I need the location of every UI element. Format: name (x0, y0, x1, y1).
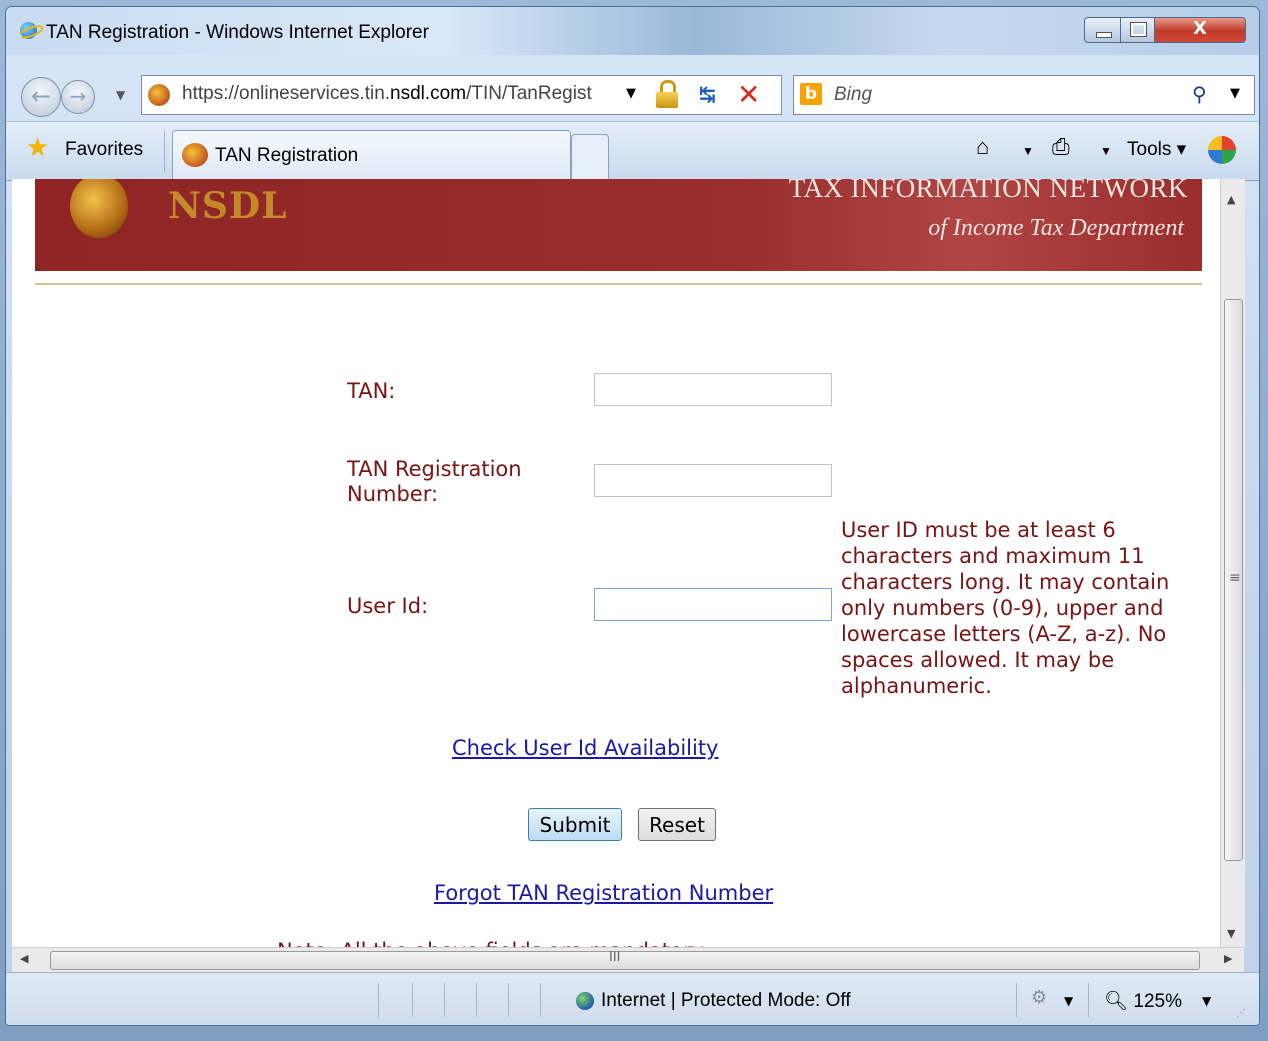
forgot-tan-registration-link[interactable]: Forgot TAN Registration Number (434, 881, 773, 905)
status-divider (412, 983, 413, 1017)
search-box[interactable]: b Bing ⚲ ▼ (793, 75, 1255, 115)
browser-window: TAN Registration - Windows Internet Expl… (5, 6, 1260, 1026)
status-bar: Internet | Protected Mode: Off ⚙ ▼ 🔍︎ 12… (6, 972, 1259, 1025)
site-favicon-icon (148, 84, 170, 106)
status-divider (476, 983, 477, 1017)
window-title: TAN Registration - Windows Internet Expl… (46, 22, 429, 43)
vertical-scroll-thumb[interactable]: ≡ (1224, 299, 1243, 861)
security-zone[interactable]: Internet | Protected Mode: Off (601, 990, 851, 1012)
print-icon[interactable]: ⎙ (1052, 134, 1070, 160)
search-placeholder: Bing (834, 84, 873, 105)
forward-button[interactable]: → (61, 80, 95, 114)
print-dropdown[interactable]: ▼ (1100, 144, 1112, 158)
lock-icon[interactable] (656, 80, 678, 108)
status-divider (508, 983, 509, 1017)
zoom-text: 125% (1128, 991, 1182, 1012)
nsdl-logo-icon (70, 179, 128, 238)
new-tab-button[interactable] (571, 134, 609, 179)
reset-button[interactable]: Reset (638, 808, 716, 841)
address-bar[interactable]: https://onlineservices.tin.nsdl.com/TIN/… (141, 75, 782, 115)
url-path: /TIN/TanRegist (466, 83, 592, 104)
status-divider (444, 983, 445, 1017)
scroll-up-icon[interactable]: ▲ (1227, 193, 1235, 206)
check-user-id-link[interactable]: Check User Id Availability (452, 736, 718, 760)
nsdl-brand: NSDL (168, 185, 288, 227)
favorites-star-icon: ★ (26, 132, 50, 162)
tab-tan-registration[interactable]: TAN Registration (172, 130, 571, 179)
close-button[interactable]: X (1154, 17, 1246, 43)
home-icon[interactable]: ⌂ (976, 134, 989, 160)
favorites-bar: ★ Favorites TAN Registration ⌂ ▼ ⎙ ▼ Too… (6, 121, 1259, 181)
favorites-button[interactable]: ★ Favorites (26, 132, 144, 162)
divider (35, 283, 1202, 285)
banner-subtitle: of Income Tax Department (928, 215, 1184, 241)
user-id-hint: User ID must be at least 6 characters an… (841, 518, 1170, 698)
back-button[interactable]: ← (21, 77, 61, 117)
security-icon[interactable]: ⚙ (1031, 987, 1047, 1008)
zoom-level[interactable]: 🔍︎ 125% (1104, 989, 1182, 1013)
status-divider (1016, 983, 1017, 1017)
home-dropdown[interactable]: ▼ (1022, 144, 1034, 158)
search-icon[interactable]: ⚲ (1192, 82, 1207, 106)
title-bar: TAN Registration - Windows Internet Expl… (6, 7, 1259, 55)
help-icon[interactable] (1208, 136, 1236, 164)
close-icon: X (1193, 18, 1207, 39)
favorites-label: Favorites (65, 139, 144, 160)
maximize-button[interactable] (1120, 17, 1155, 43)
search-options-dropdown[interactable]: ▼ (1230, 86, 1240, 101)
tan-input[interactable] (594, 373, 832, 406)
horizontal-scroll-thumb[interactable]: III (50, 950, 1200, 970)
zoom-dropdown[interactable]: ▼ (1202, 994, 1211, 1008)
refresh-icon[interactable]: ↹ (699, 82, 716, 106)
nsdl-banner: NSDL TAX INFORMATION NETWORK of Income T… (35, 179, 1202, 271)
resize-grip-icon[interactable]: ⋰ (1236, 1008, 1246, 1019)
scroll-left-icon[interactable]: ◀ (20, 952, 28, 965)
navigation-bar: ← → ▼ https://onlineservices.tin.nsdl.co… (6, 55, 1259, 121)
url-prefix: https://onlineservices.tin. (182, 83, 391, 104)
scroll-down-icon[interactable]: ▼ (1227, 927, 1235, 940)
zoom-icon: 🔍︎ (1104, 991, 1129, 1012)
minimize-button[interactable] (1084, 17, 1121, 43)
page-content: NSDL TAX INFORMATION NETWORK of Income T… (12, 179, 1220, 947)
user-id-input[interactable] (594, 588, 832, 621)
scroll-grip-icon: ≡ (1229, 570, 1241, 586)
ie-logo-icon (20, 22, 37, 39)
globe-icon (576, 992, 594, 1010)
address-dropdown-icon[interactable]: ▼ (626, 86, 636, 101)
user-id-label: User Id: (347, 594, 429, 618)
scroll-right-icon[interactable]: ▶ (1224, 952, 1232, 965)
horizontal-scrollbar[interactable]: ◀ III ▶ (12, 947, 1244, 972)
stop-icon[interactable]: ✕ (737, 78, 760, 111)
status-divider (1088, 983, 1089, 1017)
tan-registration-number-input[interactable] (594, 464, 832, 497)
security-dropdown[interactable]: ▼ (1064, 994, 1073, 1008)
mandatory-note: Note: All the above fields are mandatory (277, 939, 704, 947)
status-divider (540, 983, 541, 1017)
bing-icon: b (800, 83, 822, 105)
tools-menu[interactable]: Tools ▾ (1127, 138, 1186, 161)
banner-title: TAX INFORMATION NETWORK (788, 179, 1188, 203)
url-domain: nsdl.com (390, 83, 467, 104)
vertical-scrollbar[interactable]: ▲ ≡ ▼ (1220, 179, 1245, 947)
site-favicon-icon (182, 143, 208, 167)
scroll-grip-icon: III (609, 950, 621, 965)
back-arrow-icon: ← (30, 82, 52, 110)
tan-registration-number-label: TAN Registration Number: (347, 457, 522, 506)
forward-arrow-icon: → (69, 84, 87, 108)
recent-pages-dropdown[interactable]: ▼ (116, 88, 125, 102)
submit-button[interactable]: Submit (528, 808, 622, 841)
tab-label: TAN Registration (215, 145, 359, 166)
toolbar-divider (164, 130, 165, 172)
status-divider (378, 983, 379, 1017)
tan-label: TAN: (347, 379, 396, 403)
address-url[interactable]: https://onlineservices.tin.nsdl.com/TIN/… (182, 83, 592, 105)
